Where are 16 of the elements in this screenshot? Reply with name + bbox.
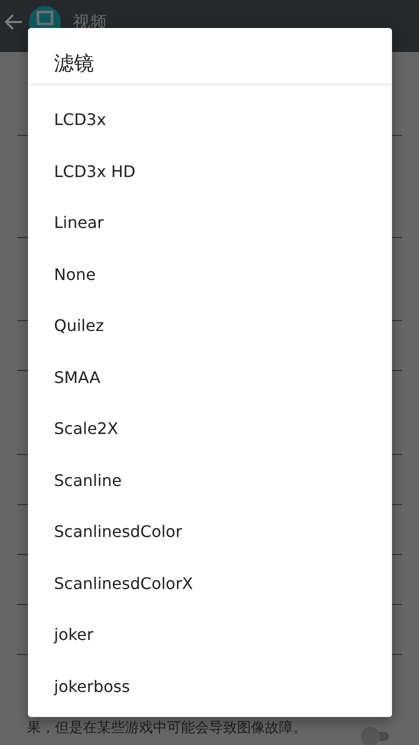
filter-option[interactable]: Linear [28,197,392,248]
filter-option[interactable]: jokerboss [28,660,392,712]
filter-option[interactable]: SMAA [28,352,392,403]
filter-option[interactable]: joker [28,609,392,660]
filter-option[interactable]: LCD3x [28,94,392,146]
filter-option[interactable]: LCD3x HD [28,146,392,197]
dialog-title: 滤镜 [53,50,95,77]
filter-option[interactable]: Scanline [28,454,392,506]
setting-description: 果，但是在某些游戏中可能会导致图像故障。 [27,719,307,738]
filter-option[interactable]: Scale2X [28,403,392,454]
toggle-switch[interactable] [361,726,391,745]
filter-option[interactable]: ScanlinesdColorX [28,558,392,609]
filter-option[interactable]: Quilez [28,300,392,352]
back-arrow-icon[interactable] [5,14,23,30]
filter-option[interactable]: None [28,248,392,300]
filter-option[interactable]: ScanlinesdColor [28,506,392,558]
